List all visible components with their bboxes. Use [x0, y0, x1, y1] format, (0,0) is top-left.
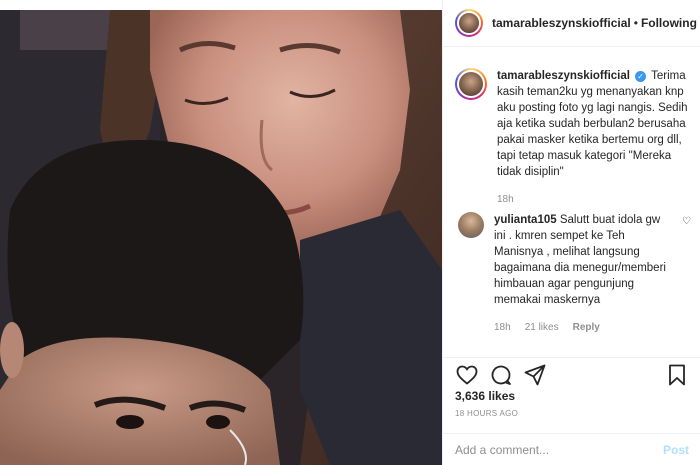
comments-list[interactable]: tamarableszynskiofficial ✓ Terima kasih …	[443, 47, 700, 357]
post-side-panel: tamarableszynskiofficial • Following tam…	[442, 0, 700, 465]
caption-comment: tamarableszynskiofficial ✓ Terima kasih …	[455, 68, 691, 208]
author-avatar[interactable]	[455, 9, 483, 37]
caption-meta: 18h	[497, 192, 691, 208]
commenter-username[interactable]: yulianta105	[494, 214, 557, 226]
likes-count[interactable]: 3,636 likes	[455, 389, 515, 403]
post-header: tamarableszynskiofficial • Following	[443, 0, 700, 47]
post-photo-image	[0, 10, 442, 465]
comment-text: Salutt buat idola gw ini . kmren sempet …	[494, 214, 666, 306]
bookmark-icon[interactable]	[665, 363, 689, 387]
reply-button[interactable]: Reply	[573, 320, 600, 336]
comment-meta: 18h 21 likes Reply	[494, 320, 673, 336]
post-timestamp[interactable]: 18 HOURS AGO	[455, 409, 518, 418]
header-separator: •	[633, 16, 638, 30]
action-bar	[443, 357, 700, 391]
commenter-avatar[interactable]	[458, 212, 484, 238]
caption-author-avatar[interactable]	[455, 68, 487, 100]
post-photo[interactable]	[0, 10, 442, 465]
caption-author-username[interactable]: tamarableszynskiofficial	[497, 70, 630, 82]
top-strip	[0, 0, 442, 10]
verified-badge-icon: ✓	[635, 71, 647, 82]
comment-input[interactable]	[455, 442, 663, 457]
follow-button[interactable]: Following	[641, 16, 697, 30]
comment-likes[interactable]: 21 likes	[525, 320, 559, 336]
comment-like-heart-icon[interactable]: ♡	[682, 216, 691, 227]
comment-composer: Post	[443, 433, 700, 465]
caption-text: Terima kasih teman2ku yg menanyakan knp …	[497, 70, 688, 178]
comment-icon[interactable]	[489, 363, 513, 387]
post-comment-button[interactable]: Post	[663, 443, 689, 457]
comment-time: 18h	[494, 322, 511, 333]
author-username[interactable]: tamarableszynskiofficial	[492, 16, 631, 30]
caption-time: 18h	[497, 194, 514, 205]
share-icon[interactable]	[523, 363, 547, 387]
heart-icon[interactable]	[455, 363, 479, 387]
comment-item: yulianta105 Salutt buat idola gw ini . k…	[455, 212, 691, 336]
